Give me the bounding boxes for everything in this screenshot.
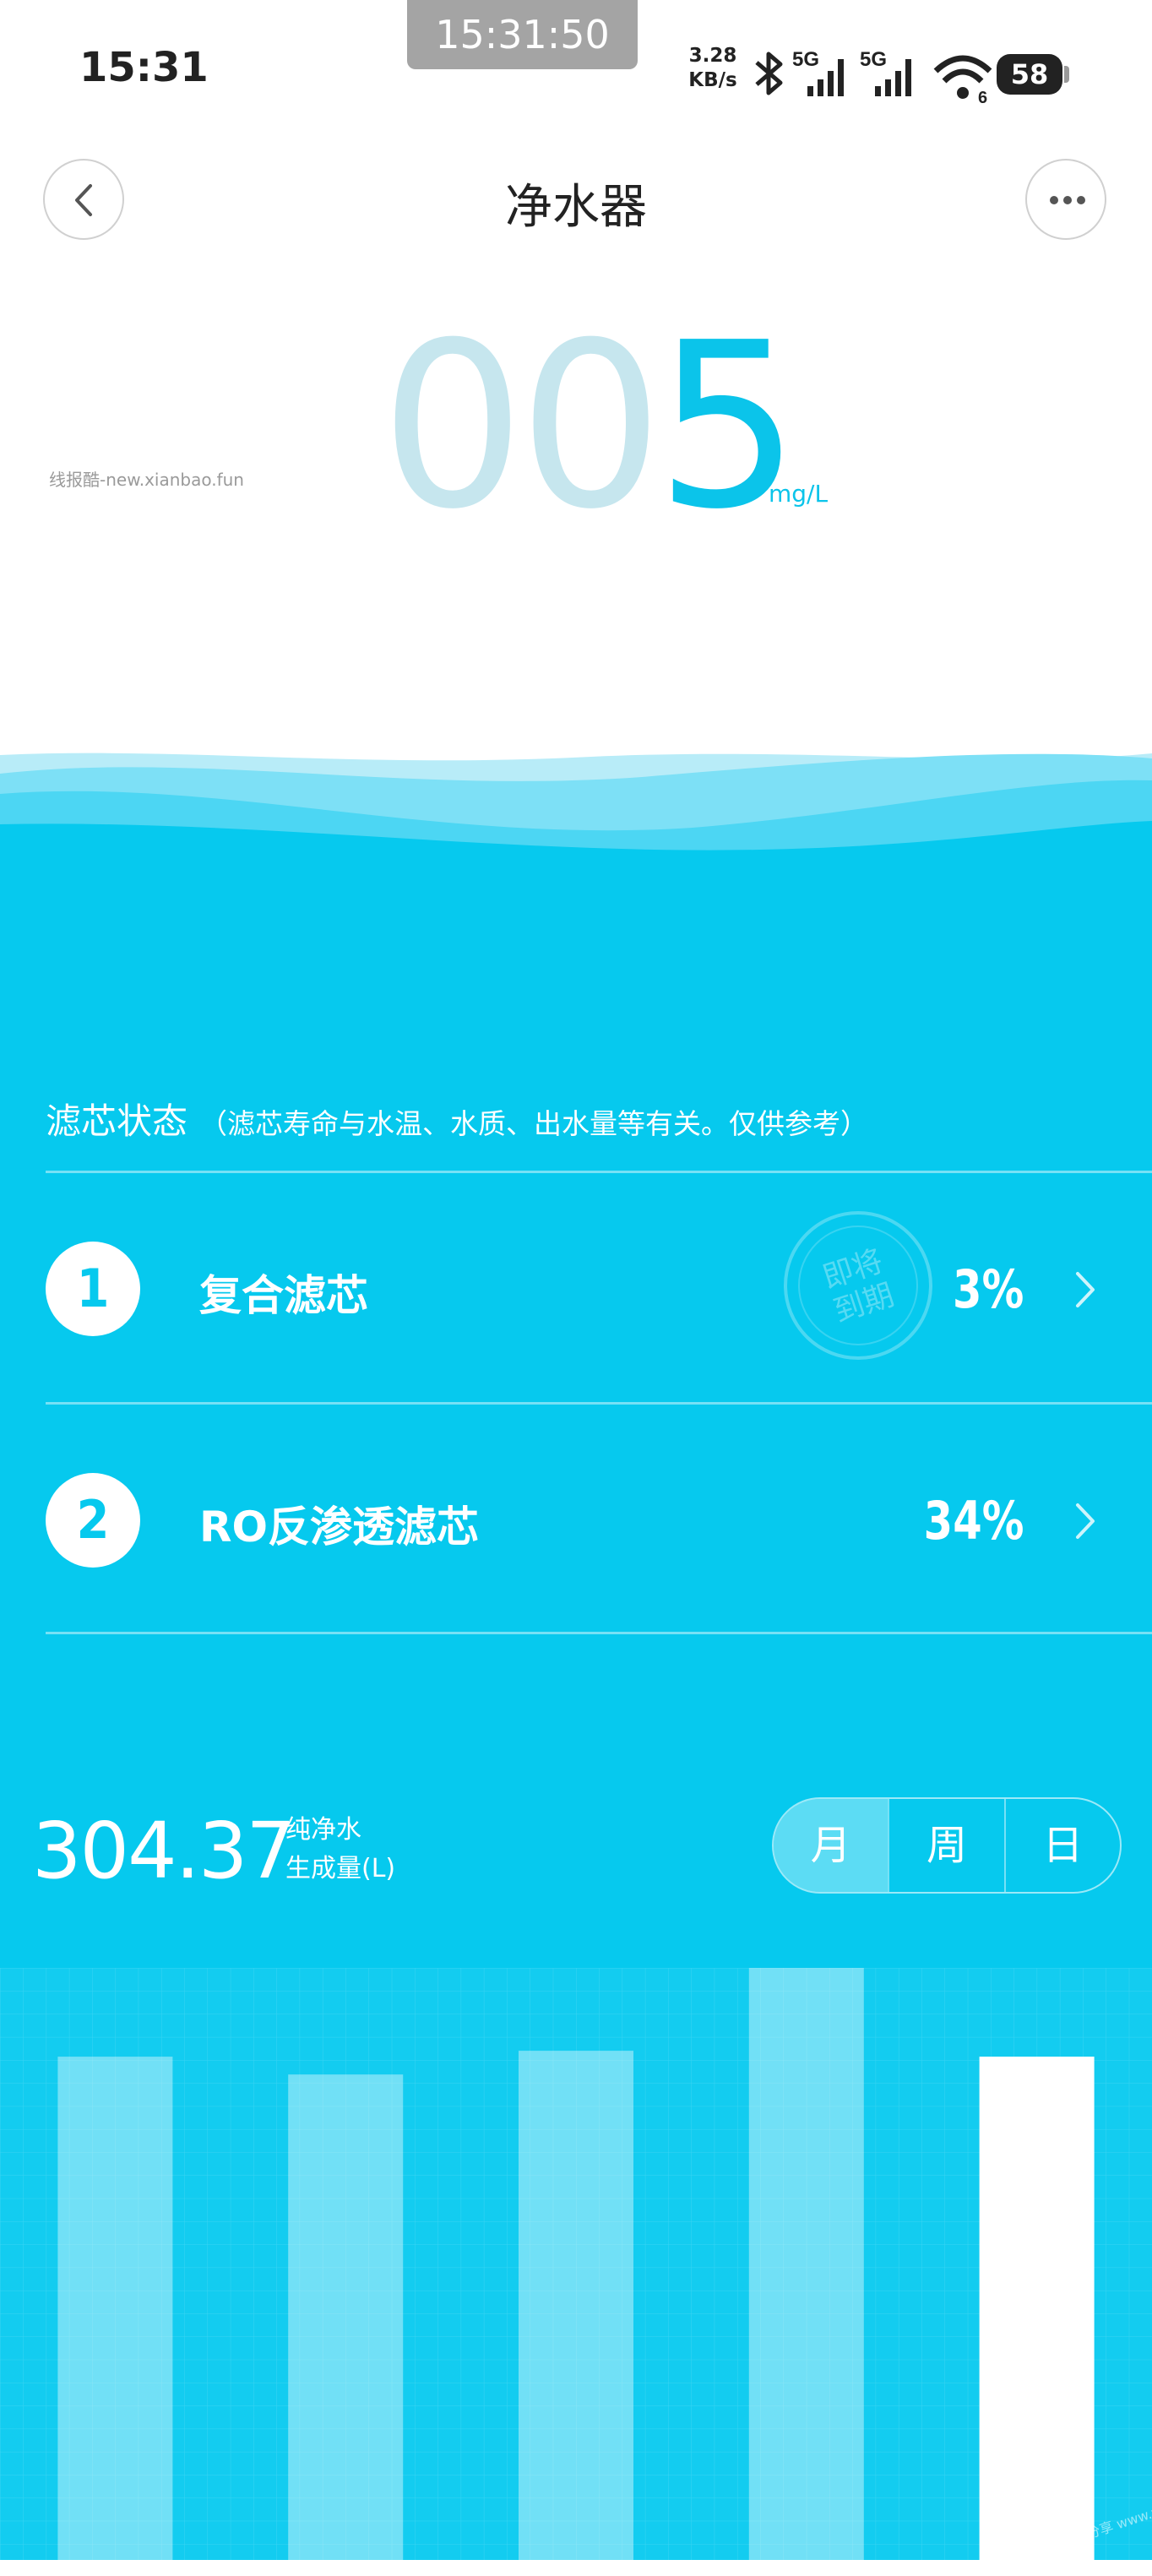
filter-name: 复合滤芯 (199, 1271, 368, 1320)
period-selector: 月 周 日 (772, 1797, 1122, 1894)
tds-leading-zeros: 00 (380, 293, 664, 559)
water-production-label: 纯净水 生成量(L) (285, 1811, 395, 1889)
signal-5g-label: 5G (860, 48, 887, 71)
filter-row-composite[interactable]: 1 复合滤芯 即将 到期 3% (0, 1174, 1152, 1402)
filter-status-title: 滤芯状态 (46, 1101, 188, 1142)
chevron-left-icon (75, 184, 92, 216)
signal-5g-icon: 5G (792, 48, 844, 96)
divider (46, 1402, 1152, 1405)
chevron-right-icon (1076, 1503, 1095, 1539)
divider (46, 1171, 1152, 1173)
filter-status-heading: 滤芯状态 （滤芯寿命与水温、水质、出水量等有关。仅供参考） (46, 1093, 868, 1144)
water-wave-decoration (0, 753, 1152, 861)
filter-name: RO反渗透滤芯 (199, 1503, 480, 1552)
divider (46, 1632, 1152, 1634)
production-label-line1: 纯净水 (285, 1815, 361, 1845)
status-clock: 15:31 (79, 44, 209, 91)
signal-5g-label: 5G (792, 48, 819, 71)
wifi-icon: 6 (933, 55, 992, 107)
more-options-button[interactable] (1025, 159, 1106, 240)
chevron-right-icon (1076, 1272, 1095, 1307)
battery-tip (1064, 66, 1069, 83)
bluetooth-icon (755, 52, 783, 95)
chart-bar[interactable] (57, 2057, 173, 2560)
tab-day[interactable]: 日 (1003, 1799, 1120, 1892)
production-bar-chart (0, 1968, 1152, 2560)
chart-bar[interactable] (979, 2057, 1095, 2560)
more-dots-icon (1050, 196, 1085, 204)
back-button[interactable] (43, 159, 124, 240)
filter-remaining-percent: 3% (952, 1258, 1024, 1320)
network-speed-unit: KB/s (688, 69, 737, 91)
watermark-text: 线报酷-new.xianbao.fun (49, 470, 244, 490)
filter-row-ro[interactable]: 2 RO反渗透滤芯 34% (0, 1405, 1152, 1633)
water-production-value: 304.37 (32, 1806, 296, 1896)
tds-unit: mg/L (769, 480, 829, 508)
filter-index-badge: 2 (46, 1473, 140, 1568)
expiring-soon-stamp: 即将 到期 (784, 1211, 932, 1360)
filter-index-badge: 1 (46, 1242, 140, 1336)
chart-bar[interactable] (519, 2051, 633, 2560)
network-speed: 3.28 KB/s (687, 44, 738, 93)
tab-month[interactable]: 月 (774, 1799, 888, 1892)
filter-remaining-percent: 34% (923, 1490, 1024, 1552)
signal-5g-icon: 5G (860, 48, 911, 96)
battery-indicator: 58 (997, 54, 1062, 95)
network-speed-value: 3.28 (688, 45, 737, 67)
status-bar: 15:31 15:31:50 3.28 KB/s 5G 5G 6 58 (0, 0, 1152, 144)
tab-week[interactable]: 周 (888, 1799, 1003, 1892)
chart-bar[interactable] (748, 1968, 864, 2560)
chart-bar[interactable] (288, 2074, 404, 2560)
page-title: 净水器 (505, 180, 647, 235)
filter-status-note: （滤芯寿命与水温、水质、出水量等有关。仅供参考） (199, 1107, 869, 1140)
production-label-line2: 生成量(L) (285, 1854, 396, 1883)
screenshot-time-pill: 15:31:50 (407, 0, 638, 69)
wifi-badge: 6 (978, 89, 987, 107)
